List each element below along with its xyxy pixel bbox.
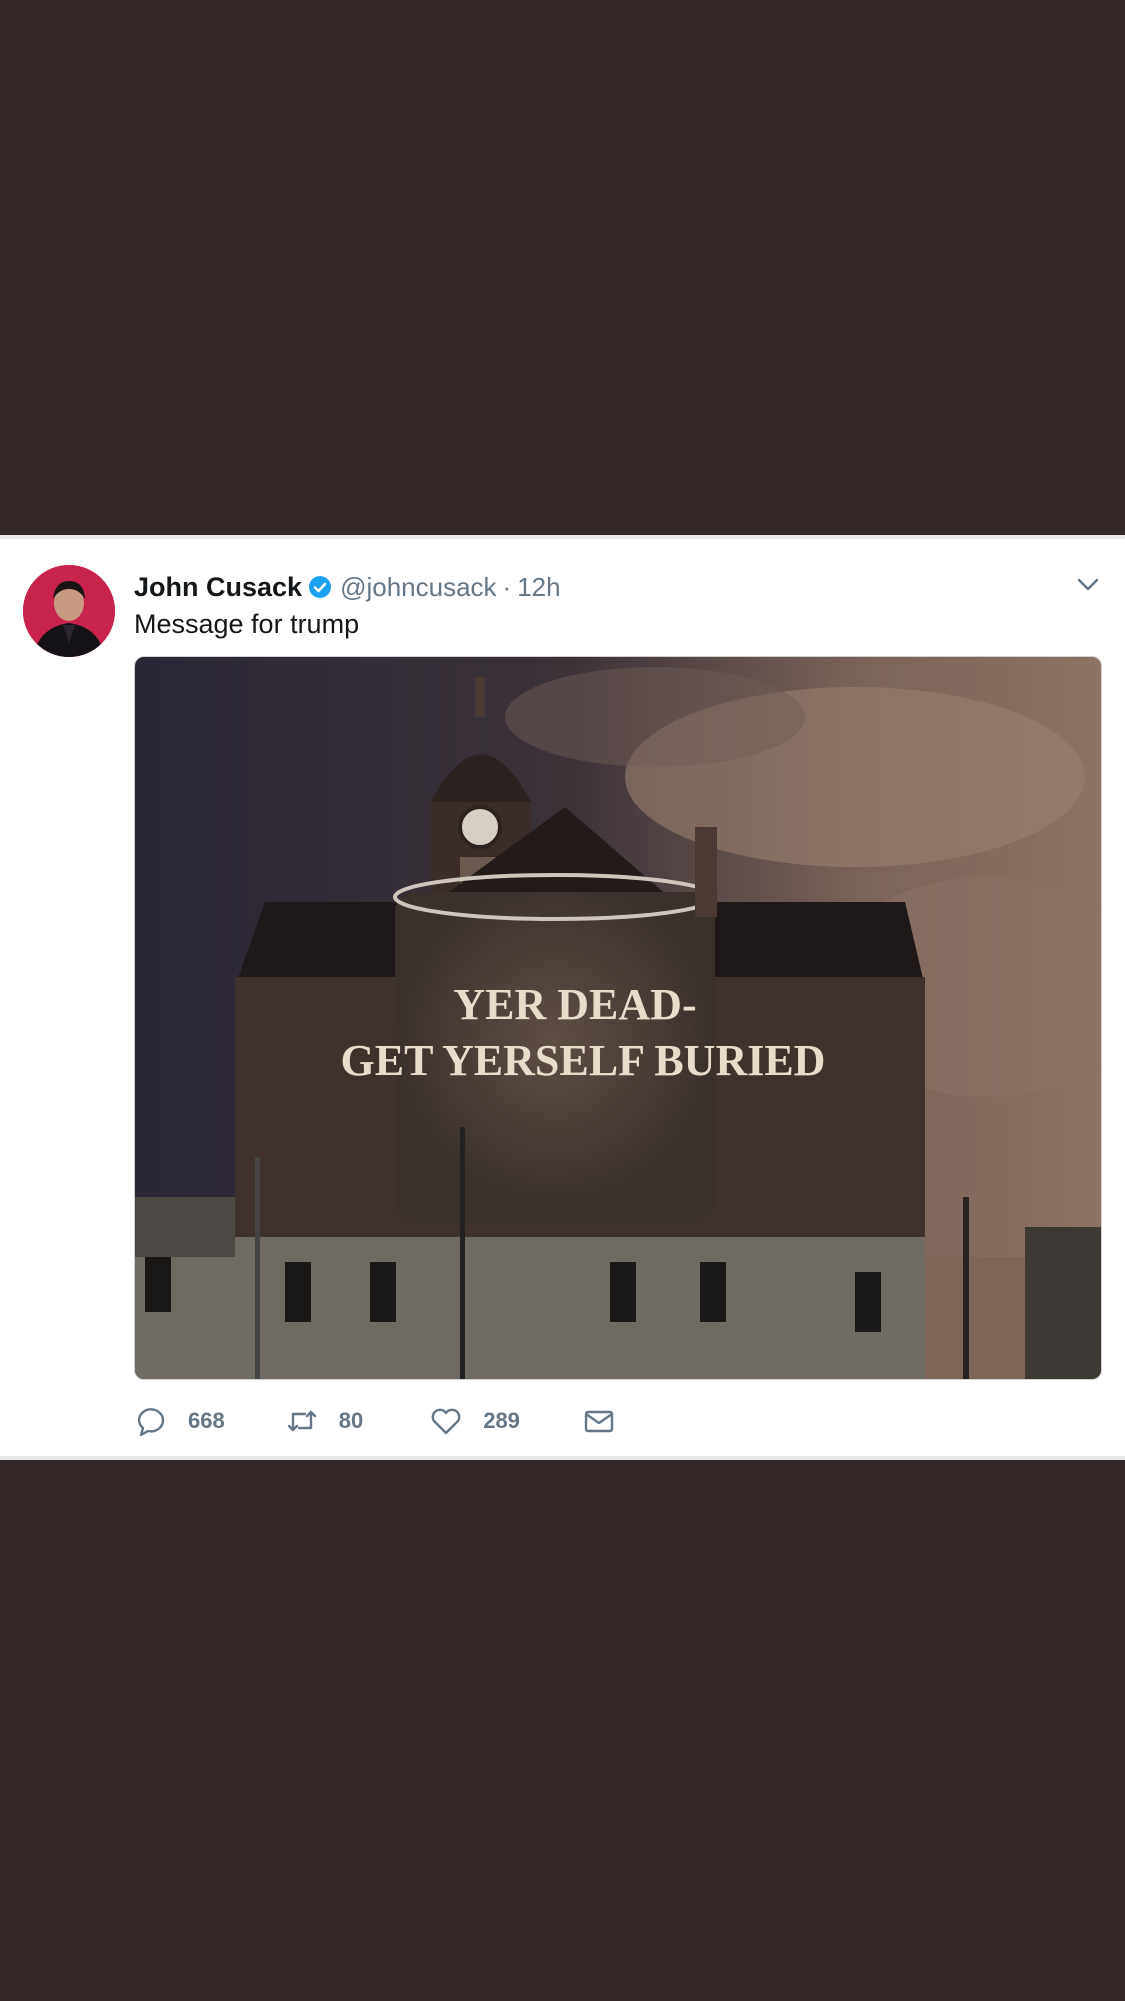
separator-dot: · bbox=[502, 571, 512, 602]
chevron-down-icon[interactable] bbox=[1073, 569, 1103, 599]
author-handle[interactable]: @johncusack bbox=[340, 572, 496, 603]
avatar[interactable] bbox=[23, 565, 115, 657]
tweet-card[interactable]: John Cusack @johncusack · 12h Message fo… bbox=[0, 535, 1125, 1460]
tweet-header: John Cusack @johncusack · 12h bbox=[134, 565, 561, 609]
projected-text-line2: GET YERSELF BURIED bbox=[341, 1036, 826, 1085]
tweet-text: Message for trump bbox=[134, 609, 360, 639]
retweet-icon bbox=[287, 1410, 316, 1432]
heart-icon bbox=[431, 1408, 461, 1435]
projected-text-line1: YER DEAD- bbox=[453, 980, 696, 1029]
direct-message-button[interactable] bbox=[582, 1404, 616, 1438]
like-button[interactable]: 289 bbox=[429, 1404, 520, 1438]
tweet-photo[interactable]: YER DEAD- GET YERSELF BURIED bbox=[134, 656, 1102, 1380]
church-projection-photo: YER DEAD- GET YERSELF BURIED bbox=[135, 657, 1101, 1379]
verified-badge-icon bbox=[309, 576, 332, 598]
reply-button[interactable]: 668 bbox=[134, 1404, 225, 1438]
like-count: 289 bbox=[483, 1408, 520, 1433]
reply-icon bbox=[137, 1408, 165, 1437]
tweet-timestamp[interactable]: 12h bbox=[517, 572, 560, 603]
retweet-button[interactable]: 80 bbox=[285, 1404, 363, 1438]
tweet-actions: 668 80 289 bbox=[134, 1397, 616, 1445]
envelope-icon bbox=[584, 1410, 614, 1433]
reply-count: 668 bbox=[188, 1408, 225, 1433]
retweet-count: 80 bbox=[338, 1408, 364, 1433]
author-name[interactable]: John Cusack bbox=[134, 572, 302, 603]
